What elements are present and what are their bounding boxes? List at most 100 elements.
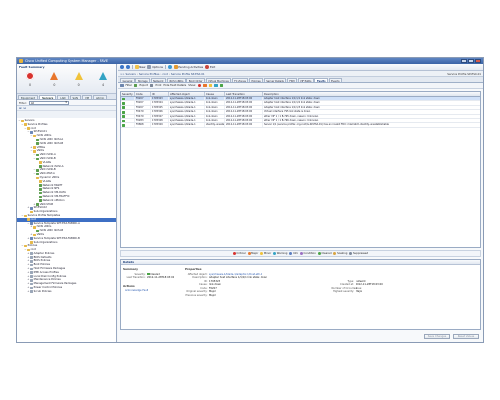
back-button[interactable] xyxy=(120,65,124,69)
policy-icon xyxy=(29,282,33,286)
policy-icon xyxy=(29,260,33,263)
table-cell xyxy=(121,110,135,114)
print-icon[interactable] xyxy=(149,83,154,88)
minor-filter-icon[interactable] xyxy=(208,83,213,88)
tab-vif-paths[interactable]: VIF Paths xyxy=(297,78,314,83)
reset-values-button[interactable]: Reset Values xyxy=(453,334,479,339)
warning-filter-icon[interactable] xyxy=(214,83,218,88)
column-header[interactable]: Affected object xyxy=(169,92,205,96)
folder-icon xyxy=(32,149,36,153)
pending-activities-button[interactable]: Pending Activities xyxy=(173,65,203,69)
filter-select[interactable]: All xyxy=(28,100,69,105)
column-header[interactable]: Last Transition xyxy=(225,92,263,96)
form-buttons: Save Changes Reset Values xyxy=(424,334,479,339)
suppressed-icon xyxy=(349,252,353,255)
folder-icon xyxy=(32,134,36,138)
legend-item: Minor xyxy=(260,252,271,255)
tab-events[interactable]: Events xyxy=(328,78,343,83)
tree-node-label: Scrub Policies xyxy=(33,289,52,293)
print-button[interactable]: Print xyxy=(155,84,161,87)
network-icon xyxy=(38,187,42,191)
tab-storage[interactable]: Storage xyxy=(135,78,151,83)
save-changes-button[interactable]: Save Changes xyxy=(424,334,450,339)
exit-button[interactable]: Exit xyxy=(205,65,215,69)
minimize-button[interactable] xyxy=(461,59,467,63)
table-cell: 2012-11-28T18:03:00 xyxy=(225,105,263,110)
soaking-icon xyxy=(333,252,337,255)
column-header[interactable]: Cause xyxy=(205,92,225,96)
table-row[interactable]: F0868 1795329 sys/chassis-1/blade-1 identit… xyxy=(121,123,480,128)
acknowledge-fault-link[interactable]: Acknowledge Fault xyxy=(123,289,148,293)
cleared-filter-icon[interactable] xyxy=(219,83,224,88)
previous-severity-value: Major xyxy=(209,294,216,298)
tab-general[interactable]: General xyxy=(120,78,135,83)
column-header[interactable]: Description xyxy=(263,92,480,96)
tab-network[interactable]: Network xyxy=(150,78,167,83)
tab-faults[interactable]: Faults xyxy=(314,78,329,83)
breadcrumb-item[interactable]: Service Profiles xyxy=(139,72,160,76)
breadcrumb-item[interactable]: root xyxy=(162,72,167,76)
breadcrumb-item[interactable]: Service Profile SP-ESX-01 xyxy=(171,72,205,76)
major-filter-icon[interactable] xyxy=(203,83,207,88)
critical-filter-icon[interactable] xyxy=(197,83,202,88)
fault-critical[interactable]: 0 xyxy=(23,72,37,87)
forward-button[interactable] xyxy=(126,65,130,69)
close-button[interactable] xyxy=(475,59,481,63)
actions-heading: Actions xyxy=(123,283,135,288)
table-cell: ether VIF 1 / 1 B-796 down, reason: Unkn… xyxy=(264,118,319,122)
legend-item: Cleared xyxy=(317,252,331,255)
highest-severity-label: Highest severity: xyxy=(332,290,354,294)
filter-button[interactable]: Filter xyxy=(126,84,132,87)
table-cell: sys/chassis-1/blade-1 xyxy=(169,101,205,105)
network-icon xyxy=(38,199,42,202)
tab-server-details[interactable]: Server Details xyxy=(263,78,287,83)
tab-iscsi-vnics[interactable]: iSCSI vNICs xyxy=(166,78,186,83)
column-header[interactable]: Code xyxy=(135,92,151,96)
maximize-button[interactable] xyxy=(468,59,474,63)
severity-legend: Critical Major Minor Warning Info Condition Cl… xyxy=(120,250,481,257)
tab-boot-order[interactable]: Boot Order xyxy=(186,78,206,83)
help-button[interactable] xyxy=(167,65,172,69)
severity-value: Cleared xyxy=(150,272,160,276)
table-cell: Server 1/1 (service profile: org-root/ls… xyxy=(264,123,389,127)
expand-all-icon[interactable]: ⊞ xyxy=(19,106,22,110)
column-header[interactable]: Severity xyxy=(121,92,135,96)
tab-san[interactable]: SAN xyxy=(69,95,81,100)
fault-warning[interactable]: 4 xyxy=(96,72,110,87)
fault-major[interactable]: 0 xyxy=(47,72,61,87)
hide-details-button[interactable]: Hide Fault Details xyxy=(163,84,186,87)
cleared-icon xyxy=(122,110,125,114)
tab-policies[interactable]: Policies xyxy=(248,78,264,83)
tab-equipment[interactable]: Equipment xyxy=(18,95,39,100)
new-button[interactable]: New xyxy=(134,65,145,69)
filter-icon[interactable] xyxy=(120,83,124,88)
warning-icon xyxy=(273,252,277,255)
folder-icon xyxy=(23,214,27,218)
collapse-all-icon[interactable]: ⊟ xyxy=(24,106,27,110)
tab-admin[interactable]: Admin xyxy=(92,95,108,100)
column-header[interactable]: ID xyxy=(151,92,169,96)
tab-lan[interactable]: LAN xyxy=(57,95,69,100)
options-button[interactable]: Options xyxy=(147,65,163,69)
tab-virtual-machines[interactable]: Virtual Machines xyxy=(205,78,232,83)
folder-icon xyxy=(32,233,36,237)
breadcrumb-item[interactable]: Servers xyxy=(126,72,136,76)
export-icon[interactable] xyxy=(133,83,138,88)
tab-servers[interactable]: Servers xyxy=(39,95,57,100)
table-cell: link-down xyxy=(205,97,225,101)
tab-fsm[interactable]: FSM xyxy=(286,78,297,83)
tab-fc-zones[interactable]: FC Zones xyxy=(231,78,249,83)
cleared-icon xyxy=(122,119,125,123)
breadcrumb-item[interactable]: >> xyxy=(120,72,125,76)
table-cell: 2012-11-28T18:03:00 xyxy=(225,123,263,127)
network-icon xyxy=(35,157,39,161)
legend-item: Warning xyxy=(273,252,287,255)
export-button[interactable]: Export xyxy=(139,84,148,87)
tree-node[interactable]: + Scrub Policies xyxy=(17,290,116,294)
exit-label: Exit xyxy=(209,65,216,69)
fault-count: 0 xyxy=(77,83,80,87)
tab-vm[interactable]: VM xyxy=(81,95,92,100)
policy-icon xyxy=(29,290,33,294)
cleared-icon xyxy=(122,97,125,101)
fault-minor[interactable]: 0 xyxy=(72,72,86,87)
